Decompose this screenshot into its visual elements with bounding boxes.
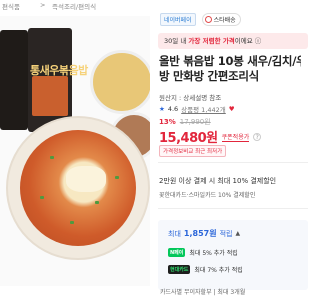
clock-icon [204, 16, 212, 23]
review-link[interactable]: 상품평 1,442개 [181, 104, 226, 114]
badge-row: 네이버페이 스타배송 [160, 13, 241, 26]
coupon-price-link[interactable]: 쿠폰적용가 [221, 132, 250, 142]
points-row-npay: N페이 최대 5% 추가 적립 [168, 248, 238, 257]
package-label: 통새우볶음밥 [30, 64, 88, 77]
naverpay-badge: 네이버페이 [160, 13, 196, 26]
breadcrumb: 편식품 > 즉석조리/편의식 [0, 0, 300, 11]
package-left [0, 30, 28, 130]
star-delivery-badge[interactable]: 스타배송 [201, 13, 241, 26]
info-icon[interactable]: ? [253, 132, 262, 141]
product-info-panel: 네이버페이 스타배송 30일 내 가장 저렴한 가격이에요 ⓘ 올반 볶음밥 1… [150, 10, 308, 300]
points-row-hyundai: 현대카드 최대 7% 추가 적립 [168, 265, 243, 274]
product-image[interactable]: 통새우볶음밥 [0, 16, 150, 286]
chevron-up-icon: ▲ [235, 230, 241, 237]
payment-discount-line: 2만원 이상 결제 시 최대 10% 결제할인 [159, 177, 277, 185]
lowest-price-badge[interactable]: 가격정보비교 최근 최저가 [159, 145, 227, 157]
lowest-price-banner[interactable]: 30일 내 가장 저렴한 가격이에요 ⓘ [158, 33, 308, 49]
divider [158, 162, 308, 163]
installment-info[interactable]: 카드사별 무이자할부 | 최대 3개월 [160, 287, 245, 296]
card-discount-line: 꽃한대카드·스마일카드 10% 결제할인 [159, 192, 256, 199]
heart-icon[interactable]: ♥ [229, 105, 235, 113]
star-icon: ★ [159, 105, 165, 113]
breadcrumb-separator: > [40, 1, 46, 9]
original-price: 17,990원 [179, 118, 211, 126]
rating-value: 4.6 [167, 105, 179, 113]
side-bowl-egg [90, 50, 150, 114]
points-value: 1,857원 [183, 229, 217, 238]
hyundai-card-tag: 현대카드 [168, 265, 191, 274]
discount-row: 13% 17,990원 [159, 117, 211, 127]
price-row: 15,480원 쿠폰적용가 ? [159, 127, 262, 146]
origin-info: 원산지 : 상세설명 참조 [159, 94, 222, 102]
npay-tag: N페이 [168, 248, 186, 257]
rating-row: ★ 4.6 상품평 1,442개 ♥ [159, 104, 235, 114]
product-title: 올반 볶음밥 10봉 새우/김치/우 방 만화방 간편조리식 [159, 54, 301, 83]
breadcrumb-item-instant[interactable]: 즉석조리/편의식 [52, 1, 96, 11]
divider [158, 208, 308, 209]
sale-price: 15,480원 [159, 131, 218, 146]
discount-rate: 13% [159, 118, 176, 126]
points-box: 최대 1,857원 적립 ▲ N페이 최대 5% 추가 적립 현대카드 최대 7… [158, 220, 308, 290]
cheese-topping [66, 166, 106, 192]
points-toggle[interactable]: 최대 1,857원 적립 ▲ [168, 228, 240, 239]
breadcrumb-item-food[interactable]: 편식품 [2, 1, 20, 11]
